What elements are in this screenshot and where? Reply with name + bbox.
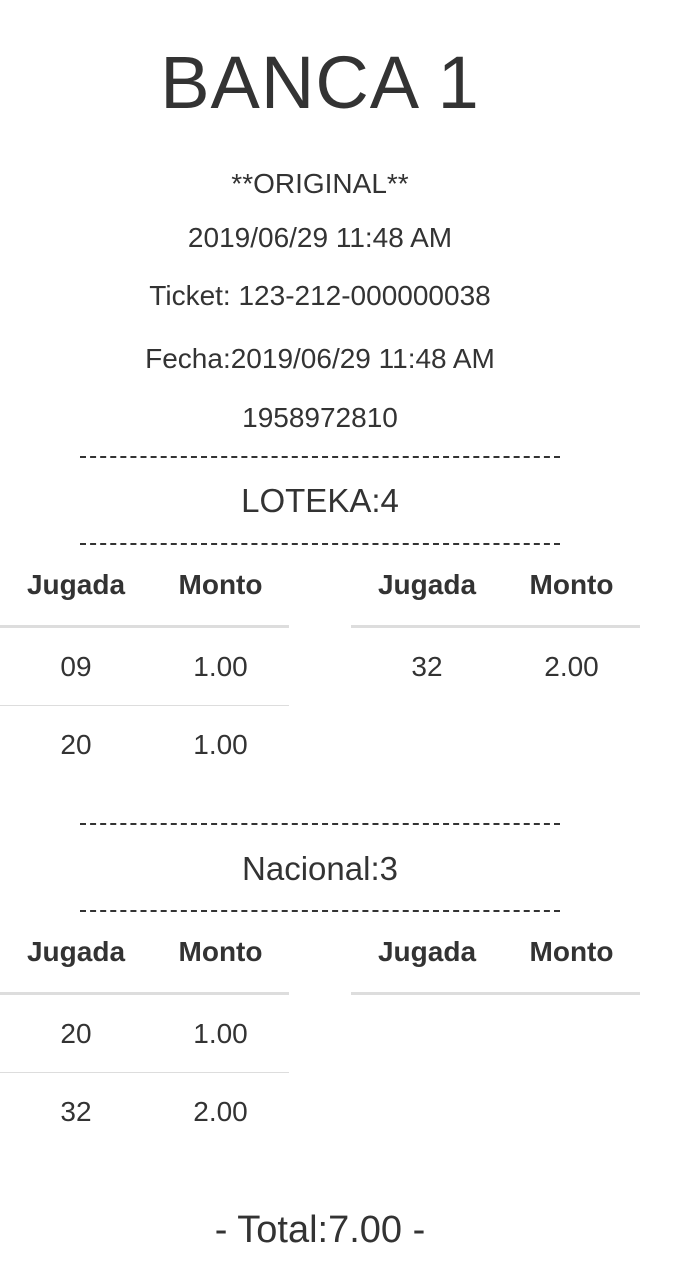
- bank-name: BANCA 1: [160, 41, 480, 124]
- cell-monto: 1.00: [152, 993, 289, 1073]
- plays-table-loteka-right: Jugada Monto 32 2.00: [351, 545, 640, 705]
- cell-monto: 1.00: [152, 626, 289, 706]
- column-header-monto: Monto: [152, 912, 289, 995]
- plays-table-nacional-left: Jugada Monto 20 1.00 32 2.00: [0, 912, 289, 1150]
- ticket-datetime: 2019/06/29 11:48 AM: [187, 222, 453, 253]
- table-row: 09 1.00: [0, 626, 289, 706]
- column-header-jugada: Jugada: [0, 545, 152, 628]
- cell-jugada: 20: [60, 728, 92, 760]
- cell-jugada: 32: [411, 650, 443, 682]
- table-row: 20 1.00: [0, 706, 289, 784]
- ticket-number: Ticket: 123-212-000000038: [149, 280, 491, 311]
- cell-monto: 1.00: [193, 728, 248, 760]
- table-row: 20 1.00: [0, 993, 289, 1073]
- ticket-code: 1958972810: [242, 402, 398, 433]
- column-header-jugada: Jugada: [351, 912, 503, 995]
- cell-jugada: 32: [60, 1095, 92, 1127]
- column-header-jugada: Jugada: [351, 545, 503, 628]
- plays-table-nacional-right: Jugada Monto: [351, 912, 640, 995]
- ticket-fecha: Fecha:2019/06/29 11:48 AM: [145, 343, 495, 374]
- ticket-total: - Total:7.00 -: [214, 1209, 426, 1251]
- table-row: 32 2.00: [351, 627, 640, 706]
- section-title-nacional: Nacional:3: [242, 850, 398, 887]
- cell-jugada: 09: [0, 626, 152, 706]
- divider: [80, 823, 560, 825]
- column-header-monto: Monto: [503, 912, 640, 995]
- cell-jugada: 20: [0, 993, 152, 1073]
- plays-table-loteka-left: Jugada Monto 09 1.00 20 1.00: [0, 545, 289, 783]
- divider: [80, 456, 560, 458]
- column-header-monto: Monto: [503, 545, 640, 628]
- copy-label: **ORIGINAL**: [231, 168, 409, 199]
- cell-monto: 2.00: [544, 650, 599, 682]
- section-title-loteka: LOTEKA:4: [241, 482, 399, 519]
- cell-monto: 2.00: [193, 1095, 248, 1127]
- column-header-jugada: Jugada: [0, 912, 152, 995]
- column-header-monto: Monto: [152, 545, 289, 628]
- table-row: 32 2.00: [0, 1073, 289, 1151]
